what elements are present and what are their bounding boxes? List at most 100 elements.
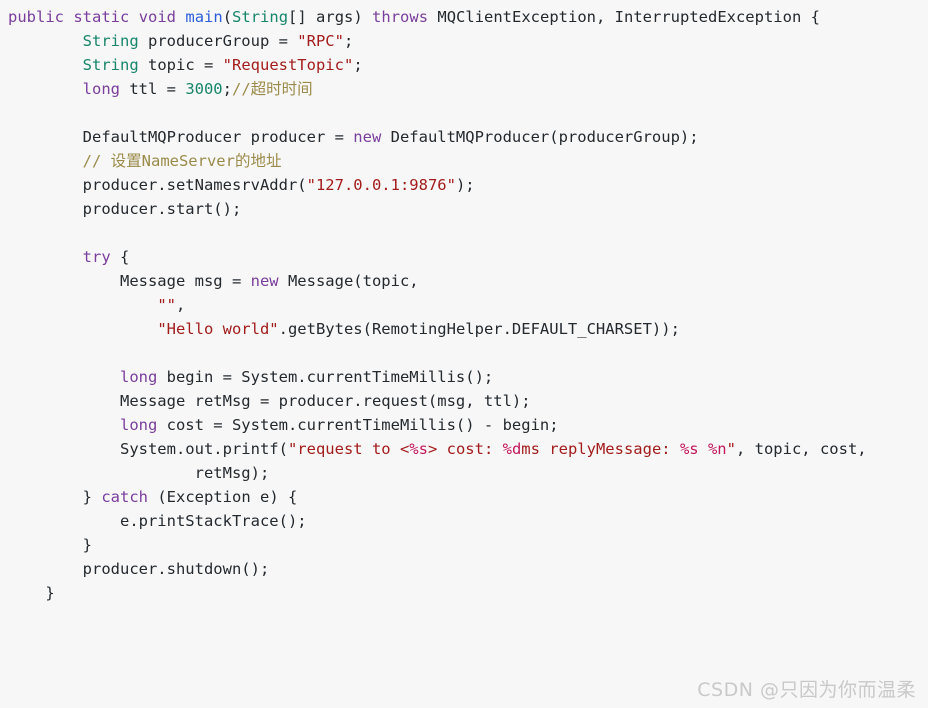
code-line: producer.setNamesrvAddr("127.0.0.1:9876"…: [0, 173, 928, 197]
code-token-plain: ,: [175, 296, 186, 314]
code-token-format_specifier: %n: [707, 440, 727, 458]
code-line: retMsg);: [0, 461, 928, 485]
code-token-comment: // 设置NameServer的地址: [82, 152, 282, 170]
code-line: long begin = System.currentTimeMillis();: [0, 365, 928, 389]
code-token-keyword: new: [353, 128, 382, 146]
code-token-plain: ;: [222, 80, 232, 98]
code-line: } catch (Exception e) {: [0, 485, 928, 509]
code-token-plain: Message msg =: [8, 272, 251, 290]
code-token-plain: (Exception e) {: [148, 488, 298, 506]
code-token-number: 3000: [185, 80, 223, 98]
code-token-plain: {: [110, 248, 130, 266]
code-token-string: "": [157, 296, 176, 314]
code-line: producer.shutdown();: [0, 557, 928, 581]
code-token-plain: retMsg);: [8, 464, 270, 482]
code-line: }: [0, 581, 928, 605]
code-token-format_specifier: %d: [502, 440, 522, 458]
code-token-plain: producerGroup =: [138, 32, 298, 50]
code-token-plain: MQClientException, InterruptedException …: [428, 8, 820, 26]
code-token-string: ": [726, 440, 736, 458]
code-token-keyword: public: [8, 8, 64, 26]
code-token-plain: producer.start();: [8, 200, 242, 218]
code-token-string: [699, 440, 708, 458]
code-line: String producerGroup = "RPC";: [0, 29, 928, 53]
code-token-type: String: [232, 8, 289, 26]
code-token-format_specifier: %s: [409, 440, 428, 458]
code-token-plain: ;: [353, 56, 363, 74]
code-token-string: "RPC": [297, 32, 344, 50]
code-token-type: String: [82, 56, 139, 74]
code-token-plain: producer.setNamesrvAddr(: [8, 176, 307, 194]
code-token-plain: topic =: [138, 56, 223, 74]
code-token-plain: DefaultMQProducer(producerGroup);: [381, 128, 699, 146]
code-line: "",: [0, 293, 928, 317]
code-token-plain: cost = System.currentTimeMillis() - begi…: [157, 416, 559, 434]
code-lines-container: public static void main(String[] args) t…: [0, 5, 928, 605]
code-token-keyword: long: [119, 368, 158, 386]
csdn-watermark: CSDN @只因为你而温柔: [697, 679, 916, 701]
code-token-keyword: new: [250, 272, 279, 290]
code-token-keyword: try: [82, 248, 111, 266]
code-token-keyword: long: [82, 80, 120, 98]
code-token-plain: (: [222, 8, 233, 26]
code-token-string: "127.0.0.1:9876": [306, 176, 456, 194]
code-token-keyword: catch: [101, 488, 148, 506]
code-token-plain: producer.shutdown();: [8, 560, 270, 578]
code-block[interactable]: public static void main(String[] args) t…: [0, 5, 928, 708]
code-token-plain: begin = System.currentTimeMillis();: [157, 368, 494, 386]
code-token-string: ms replyMessage:: [521, 440, 680, 458]
code-token-plain: ;: [343, 32, 354, 50]
code-token-plain: }: [8, 488, 102, 506]
code-line: long cost = System.currentTimeMillis() -…: [0, 413, 928, 437]
code-token-plain: e.printStackTrace();: [8, 512, 307, 530]
code-token-plain: );: [455, 176, 475, 194]
code-token-comment: //超时时间: [231, 80, 313, 98]
code-line: Message retMsg = producer.request(msg, t…: [0, 389, 928, 413]
code-token-keyword: throws: [372, 8, 429, 26]
code-line: try {: [0, 245, 928, 269]
code-token-string: "RequestTopic": [222, 56, 354, 74]
code-line: DefaultMQProducer producer = new Default…: [0, 125, 928, 149]
code-line: e.printStackTrace();: [0, 509, 928, 533]
code-line: }: [0, 533, 928, 557]
code-token-plain: DefaultMQProducer producer =: [8, 128, 354, 146]
code-token-plain: .getBytes(RemotingHelper.DEFAULT_CHARSET…: [278, 320, 680, 338]
code-token-plain: System.out.printf(: [8, 440, 288, 458]
code-token-keyword: long: [119, 416, 158, 434]
code-token-string: "request to <: [287, 440, 410, 458]
code-line: long ttl = 3000;//超时时间: [0, 77, 928, 101]
code-line: "Hello world".getBytes(RemotingHelper.DE…: [0, 317, 928, 341]
code-line: String topic = "RequestTopic";: [0, 53, 928, 77]
code-line: producer.start();: [0, 197, 928, 221]
code-token-string: > cost:: [427, 440, 503, 458]
code-token-method: main: [185, 8, 223, 26]
code-token-format_specifier: %s: [679, 440, 699, 458]
code-token-type: String: [82, 32, 139, 50]
code-token-plain: }: [8, 536, 92, 554]
code-line: // 设置NameServer的地址: [0, 149, 928, 173]
code-line: Message msg = new Message(topic,: [0, 269, 928, 293]
code-token-string: "Hello world": [157, 320, 279, 338]
code-token-plain: Message retMsg = producer.request(msg, t…: [8, 392, 531, 410]
code-token-plain: ttl =: [119, 80, 186, 98]
code-token-plain: [] args): [288, 8, 373, 26]
code-token-plain: , topic, cost,: [735, 440, 867, 458]
code-token-keyword: static: [73, 8, 130, 26]
code-line: System.out.printf("request to <%s> cost:…: [0, 437, 928, 461]
code-token-keyword: void: [138, 8, 177, 26]
